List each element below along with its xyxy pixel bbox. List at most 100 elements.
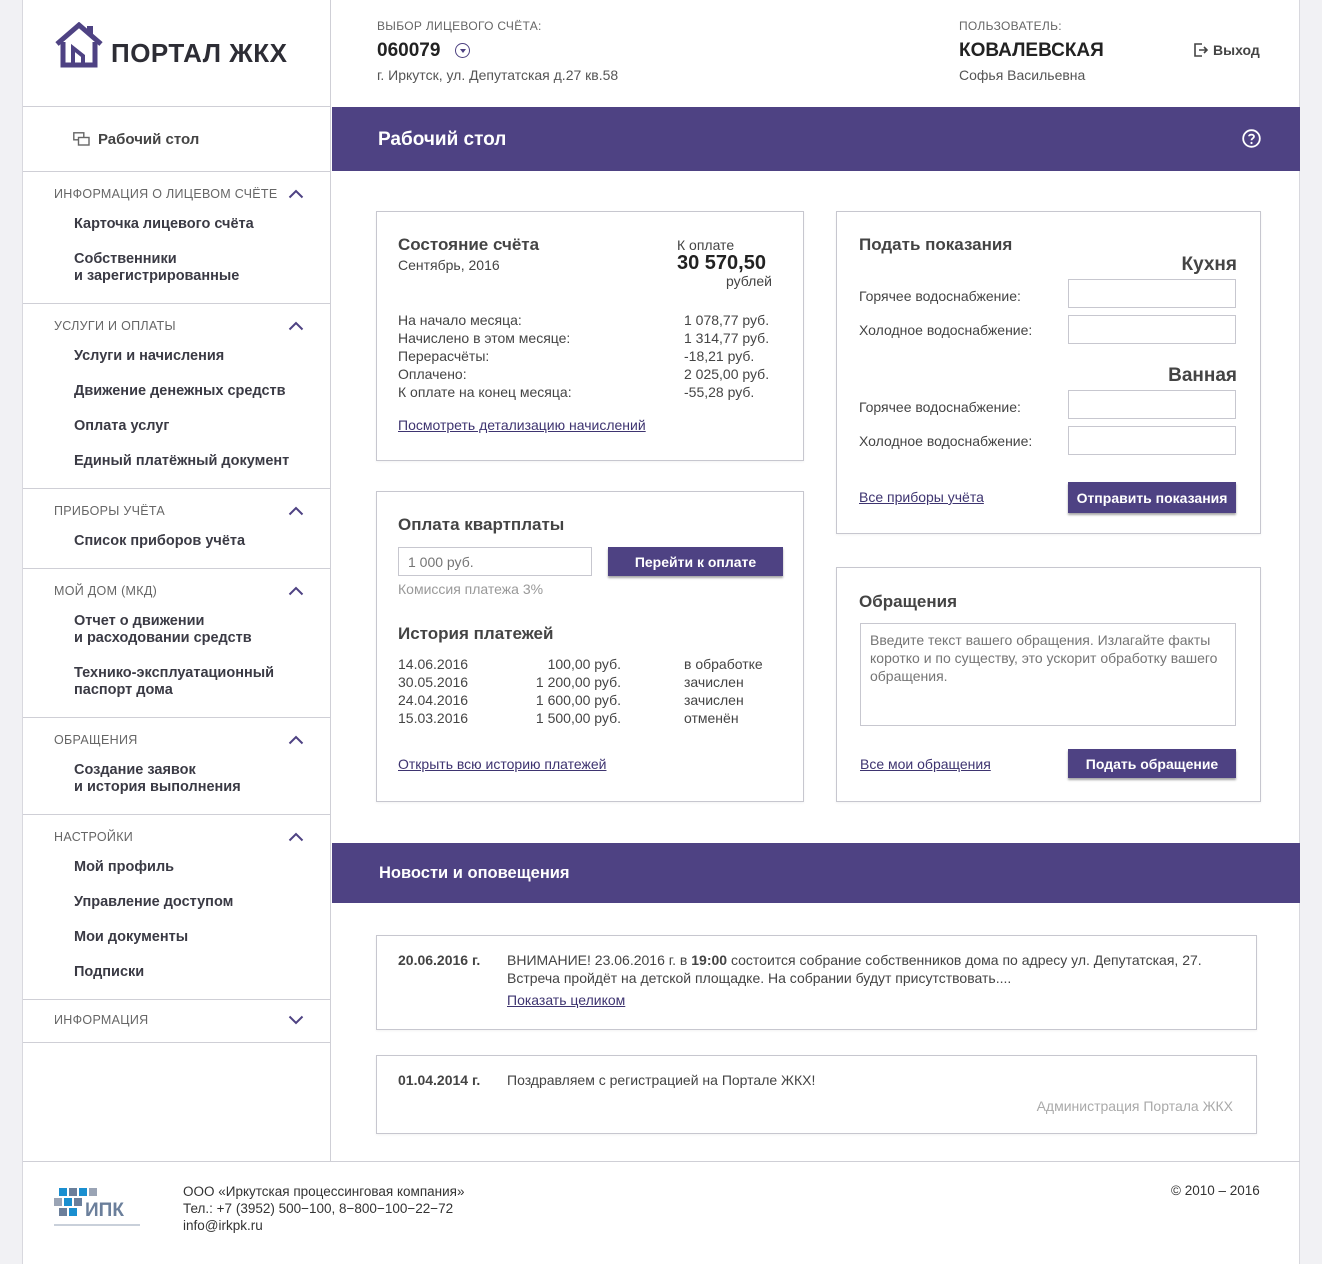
- sidebar-item-desk[interactable]: Рабочий стол: [23, 107, 330, 172]
- chevron-up-icon[interactable]: [288, 832, 304, 842]
- payment-history-title: История платежей: [398, 624, 554, 643]
- sidebar-section-header[interactable]: ПРИБОРЫ УЧЁТА: [23, 489, 330, 533]
- sidebar-item[interactable]: Мои документы: [23, 929, 330, 946]
- sidebar-section-header[interactable]: УСЛУГИ И ОПЛАТЫ: [23, 304, 330, 348]
- sidebar-item[interactable]: Список приборов учёта: [23, 533, 330, 550]
- user-name: Софья Васильевна: [959, 67, 1086, 83]
- sidebar-item[interactable]: Оплата услуг: [23, 418, 330, 435]
- sidebar-section: МОЙ ДОМ (МКД) Отчет о движении и расходов…: [23, 569, 330, 718]
- readings-title: Подать показания: [859, 235, 1013, 254]
- sidebar-item-label: Рабочий стол: [98, 130, 200, 148]
- sidebar-item[interactable]: Единый платёжный документ: [23, 453, 330, 470]
- history-date: 14.06.2016: [398, 656, 469, 672]
- submit-readings-button[interactable]: Отправить показания: [1068, 482, 1236, 513]
- sidebar-section-items: Создание заявок и история выполнения: [23, 762, 330, 814]
- logout-button[interactable]: Выход: [1193, 42, 1260, 58]
- news-date: 01.04.2014 г.: [398, 1072, 481, 1088]
- appeals-title: Обращения: [859, 592, 957, 611]
- chevron-up-icon[interactable]: [288, 506, 304, 516]
- sidebar-section-title: ПРИБОРЫ УЧЁТА: [54, 504, 166, 518]
- news-text-time: 19:00: [691, 952, 728, 968]
- footer: ИПК ООО «Иркутская процессинговая компан…: [23, 1161, 1300, 1264]
- account-number[interactable]: 060079: [377, 40, 440, 62]
- sidebar-section-header[interactable]: ОБРАЩЕНИЯ: [23, 718, 330, 762]
- sidebar-section: УСЛУГИ И ОПЛАТЫ Услуги и начисления Движен…: [23, 304, 330, 489]
- bathroom-hot-input[interactable]: [1068, 390, 1236, 419]
- house-logo-icon: [55, 22, 103, 68]
- show-full-news-link[interactable]: Показать целиком: [507, 992, 625, 1008]
- payment-title: Оплата квартплаты: [398, 515, 565, 534]
- sidebar-item[interactable]: Управление доступом: [23, 894, 330, 911]
- bathroom-hot-label: Горячее водоснабжение:: [859, 399, 1021, 415]
- logout-icon: [1194, 43, 1209, 57]
- all-meters-link[interactable]: Все приборы учёта: [859, 489, 984, 505]
- footer-company-name: ООО «Иркутская процессинговая компания»: [183, 1184, 465, 1199]
- kitchen-hot-label: Горячее водоснабжение:: [859, 288, 1021, 304]
- footer-email[interactable]: info@irkpk.ru: [183, 1217, 464, 1234]
- payment-commission: Комиссия платежа 3%: [398, 581, 544, 597]
- balance-title: Состояние счёта: [398, 235, 540, 254]
- user-label: ПОЛЬЗОВАТЕЛЬ:: [959, 19, 1062, 33]
- history-amount: 1 500,00 руб.: [535, 710, 621, 726]
- balance-row-value: 1 078,77 руб.: [684, 312, 770, 328]
- chevron-up-icon[interactable]: [288, 189, 304, 199]
- history-status: зачислен: [684, 692, 744, 708]
- sidebar-section-header[interactable]: ИНФОРМАЦИЯ: [23, 1000, 330, 1040]
- bathroom-cold-input[interactable]: [1068, 426, 1236, 455]
- sidebar-item[interactable]: Подписки: [23, 964, 330, 981]
- site-logo[interactable]: ПОРТАЛ ЖКХ: [23, 0, 331, 107]
- sidebar-section: НАСТРОЙКИ Мой профиль Управление доступом М…: [23, 815, 330, 1000]
- pay-button[interactable]: Перейти к оплате: [608, 547, 783, 576]
- room-bathroom-title: Ванная: [1168, 365, 1237, 386]
- news-text: Поздравляем с регистрацией на Портале ЖК…: [507, 1072, 816, 1088]
- ipk-logo-icon: ИПК: [54, 1188, 140, 1226]
- submit-appeal-button[interactable]: Подать обращение: [1068, 749, 1236, 778]
- sidebar-section-header[interactable]: ИНФОРМАЦИЯ О ЛИЦЕВОМ СЧЁТЕ: [23, 172, 330, 216]
- sidebar-item[interactable]: Услуги и начисления: [23, 348, 330, 365]
- appeal-textarea[interactable]: [860, 623, 1236, 726]
- sidebar-section: ОБРАЩЕНИЯ Создание заявок и история выпол…: [23, 718, 330, 815]
- room-kitchen-title: Кухня: [1181, 254, 1237, 275]
- news-date: 20.06.2016 г.: [398, 952, 481, 968]
- sidebar-item[interactable]: Карточка лицевого счёта: [23, 216, 330, 233]
- balance-row-label: Перерасчёты:: [398, 348, 490, 364]
- sidebar: Рабочий стол ИНФОРМАЦИЯ О ЛИЦЕВОМ СЧЁТЕ К…: [23, 107, 331, 1161]
- sidebar-section-title: УСЛУГИ И ОПЛАТЫ: [54, 319, 176, 333]
- chevron-up-icon[interactable]: [288, 586, 304, 596]
- news-item: 01.04.2014 г. Поздравляем с регистрацией…: [376, 1055, 1257, 1134]
- chevron-down-icon[interactable]: [288, 1015, 304, 1025]
- main-header-bar: Рабочий стол: [332, 107, 1300, 171]
- user-surname: КОВАЛЕВСКАЯ: [959, 40, 1104, 61]
- page: ПОРТАЛ ЖКХ ВЫБОР ЛИЦЕВОГО СЧЁТА: 060079 …: [22, 0, 1300, 1264]
- desktop-icon: [73, 132, 90, 146]
- all-appeals-link[interactable]: Все мои обращения: [860, 756, 991, 772]
- kitchen-cold-input[interactable]: [1068, 315, 1236, 344]
- chevron-up-icon[interactable]: [288, 735, 304, 745]
- charges-details-link[interactable]: Посмотреть детализацию начислений: [398, 417, 646, 433]
- chevron-up-icon[interactable]: [288, 321, 304, 331]
- due-currency: рублей: [726, 273, 772, 289]
- page-title: Рабочий стол: [378, 129, 507, 150]
- balance-row-label: На начало месяца:: [398, 312, 522, 328]
- sidebar-section-header[interactable]: НАСТРОЙКИ: [23, 815, 330, 859]
- payment-history-link[interactable]: Открыть всю историю платежей: [398, 756, 606, 772]
- news-item: 20.06.2016 г. ВНИМАНИЕ! 23.06.2016 г. в …: [376, 935, 1257, 1030]
- news-text: ВНИМАНИЕ! 23.06.2016 г. в 19:00 состоитс…: [507, 951, 1242, 987]
- sidebar-item[interactable]: Мой профиль: [23, 859, 330, 876]
- payment-amount-input[interactable]: [398, 547, 592, 576]
- sidebar-item[interactable]: Создание заявок и история выполнения: [23, 762, 330, 796]
- news-text-part: состоится собрание собственников дома по…: [727, 952, 1202, 968]
- sidebar-section-header[interactable]: МОЙ ДОМ (МКД): [23, 569, 330, 613]
- sidebar-section-items: Мой профиль Управление доступом Мои докуме…: [23, 859, 330, 999]
- readings-card: Подать показания Кухня Горячее водоснабж…: [836, 211, 1261, 534]
- sidebar-section-title: ОБРАЩЕНИЯ: [54, 733, 138, 747]
- sidebar-item[interactable]: Технико-эксплуатационный паспорт дома: [23, 665, 330, 699]
- sidebar-item[interactable]: Движение денежных средств: [23, 383, 330, 400]
- sidebar-item[interactable]: Собственники и зарегистрированные: [23, 251, 330, 285]
- sidebar-section: ПРИБОРЫ УЧЁТА Список приборов учёта: [23, 489, 330, 569]
- logo-text: ПОРТАЛ ЖКХ: [111, 38, 288, 68]
- sidebar-item[interactable]: Отчет о движении и расходовании средств: [23, 613, 330, 647]
- help-icon[interactable]: [1242, 129, 1261, 148]
- account-dropdown-icon[interactable]: [455, 43, 470, 58]
- kitchen-hot-input[interactable]: [1068, 279, 1236, 308]
